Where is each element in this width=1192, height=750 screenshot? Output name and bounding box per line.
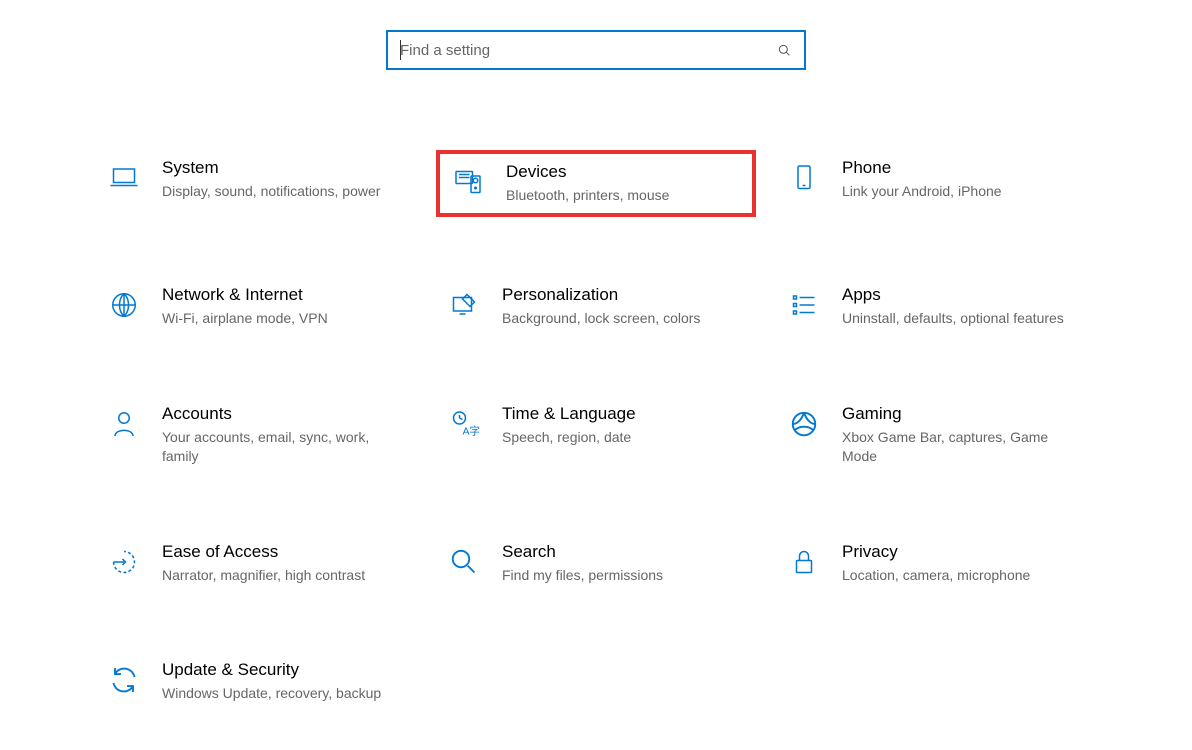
tile-title: Apps: [842, 285, 1078, 305]
tile-text: Devices Bluetooth, printers, mouse: [506, 162, 744, 205]
tile-text: Ease of Access Narrator, magnifier, high…: [162, 542, 408, 585]
tile-title: Devices: [506, 162, 734, 182]
lock-icon: [784, 542, 824, 582]
tile-desc: Narrator, magnifier, high contrast: [162, 566, 398, 585]
text-caret: [400, 40, 401, 60]
tile-desc: Location, camera, microphone: [842, 566, 1078, 585]
tile-title: System: [162, 158, 398, 178]
tile-time-language[interactable]: A字 Time & Language Speech, region, date: [436, 396, 756, 474]
tile-text: Personalization Background, lock screen,…: [502, 285, 748, 328]
tile-title: Gaming: [842, 404, 1078, 424]
person-icon: [104, 404, 144, 444]
search-icon: [776, 42, 792, 58]
tile-gaming[interactable]: Gaming Xbox Game Bar, captures, Game Mod…: [776, 396, 1096, 474]
tile-text: System Display, sound, notifications, po…: [162, 158, 408, 201]
tile-desc: Find my files, permissions: [502, 566, 738, 585]
tile-desc: Link your Android, iPhone: [842, 182, 1078, 201]
tile-title: Accounts: [162, 404, 398, 424]
tile-desc: Speech, region, date: [502, 428, 738, 447]
time-language-icon: A字: [444, 404, 484, 444]
tile-text: Phone Link your Android, iPhone: [842, 158, 1088, 201]
tile-title: Personalization: [502, 285, 738, 305]
tile-desc: Xbox Game Bar, captures, Game Mode: [842, 428, 1078, 466]
magnifier-icon: [444, 542, 484, 582]
tile-desc: Wi-Fi, airplane mode, VPN: [162, 309, 398, 328]
tile-title: Ease of Access: [162, 542, 398, 562]
tile-desc: Display, sound, notifications, power: [162, 182, 398, 201]
tile-devices[interactable]: Devices Bluetooth, printers, mouse: [436, 150, 756, 217]
tile-title: Phone: [842, 158, 1078, 178]
globe-icon: [104, 285, 144, 325]
tile-update-security[interactable]: Update & Security Windows Update, recove…: [96, 652, 416, 711]
tile-search[interactable]: Search Find my files, permissions: [436, 534, 756, 593]
settings-grid: System Display, sound, notifications, po…: [96, 150, 1096, 711]
tile-desc: Uninstall, defaults, optional features: [842, 309, 1078, 328]
tile-text: Time & Language Speech, region, date: [502, 404, 748, 447]
tile-desc: Windows Update, recovery, backup: [162, 684, 398, 703]
tile-apps[interactable]: Apps Uninstall, defaults, optional featu…: [776, 277, 1096, 336]
tile-title: Network & Internet: [162, 285, 398, 305]
laptop-icon: [104, 158, 144, 198]
ease-of-access-icon: [104, 542, 144, 582]
tile-phone[interactable]: Phone Link your Android, iPhone: [776, 150, 1096, 217]
tile-title: Privacy: [842, 542, 1078, 562]
tile-title: Time & Language: [502, 404, 738, 424]
tile-personalization[interactable]: Personalization Background, lock screen,…: [436, 277, 756, 336]
gaming-icon: [784, 404, 824, 444]
tile-accounts[interactable]: Accounts Your accounts, email, sync, wor…: [96, 396, 416, 474]
tile-text: Gaming Xbox Game Bar, captures, Game Mod…: [842, 404, 1088, 466]
tile-title: Update & Security: [162, 660, 398, 680]
search-input[interactable]: [400, 42, 776, 59]
tile-desc: Background, lock screen, colors: [502, 309, 738, 328]
tile-desc: Bluetooth, printers, mouse: [506, 186, 734, 205]
tile-ease-of-access[interactable]: Ease of Access Narrator, magnifier, high…: [96, 534, 416, 593]
tile-title: Search: [502, 542, 738, 562]
personalization-icon: [444, 285, 484, 325]
tile-text: Privacy Location, camera, microphone: [842, 542, 1088, 585]
tile-text: Update & Security Windows Update, recove…: [162, 660, 408, 703]
apps-icon: [784, 285, 824, 325]
phone-icon: [784, 158, 824, 198]
tile-system[interactable]: System Display, sound, notifications, po…: [96, 150, 416, 217]
tile-privacy[interactable]: Privacy Location, camera, microphone: [776, 534, 1096, 593]
devices-icon: [448, 162, 488, 202]
tile-network[interactable]: Network & Internet Wi-Fi, airplane mode,…: [96, 277, 416, 336]
svg-text:A字: A字: [463, 424, 481, 437]
tile-text: Apps Uninstall, defaults, optional featu…: [842, 285, 1088, 328]
tile-text: Network & Internet Wi-Fi, airplane mode,…: [162, 285, 408, 328]
tile-desc: Your accounts, email, sync, work, family: [162, 428, 398, 466]
search-box[interactable]: [386, 30, 806, 70]
settings-home: System Display, sound, notifications, po…: [0, 0, 1192, 711]
tile-text: Search Find my files, permissions: [502, 542, 748, 585]
search-wrapper: [0, 30, 1192, 70]
tile-text: Accounts Your accounts, email, sync, wor…: [162, 404, 408, 466]
update-icon: [104, 660, 144, 700]
